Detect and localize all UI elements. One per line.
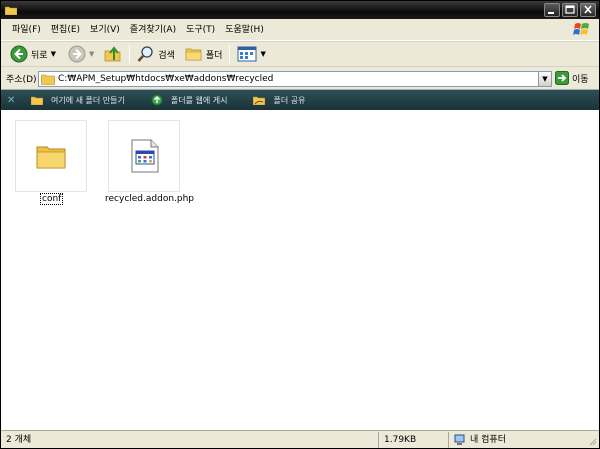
status-location: 내 컴퓨터 xyxy=(449,432,587,448)
standard-toolbar: 뒤로 ▼ ▼ 검색 폴더 ▼ xyxy=(1,41,599,67)
status-size: 1.79KB xyxy=(379,432,449,448)
share-folder-icon xyxy=(253,96,266,105)
address-label: 주소(D) xyxy=(6,75,37,85)
address-path: C:₩APM_Setup₩htdocs₩xe₩addons₩recycled xyxy=(58,74,274,84)
menu-help[interactable]: 도움말(H) xyxy=(220,21,269,39)
status-bar: 2 개체 1.79KB 내 컴퓨터 xyxy=(1,430,599,448)
resize-grip-icon[interactable] xyxy=(587,436,597,446)
folders-button[interactable]: 폴더 xyxy=(182,43,226,65)
toolbar-separator xyxy=(129,45,131,63)
file-list-area[interactable]: conf recycled.addon.php xyxy=(1,110,599,430)
search-label: 검색 xyxy=(158,50,175,61)
toolbar-separator xyxy=(229,45,231,63)
task-publish-web-label: 폴더를 웹에 게시 xyxy=(170,95,228,105)
menu-view[interactable]: 보기(V) xyxy=(85,21,125,39)
folder-icon xyxy=(41,74,55,85)
file-name: conf xyxy=(40,193,64,205)
windows-logo-icon xyxy=(573,23,589,35)
address-dropdown-button[interactable]: ▼ xyxy=(538,72,551,86)
maximize-icon xyxy=(565,5,575,14)
views-button[interactable]: ▼ xyxy=(234,43,268,65)
back-button[interactable]: 뒤로 ▼ xyxy=(7,43,59,65)
task-new-folder[interactable]: 여기에 새 폴더 만들기 xyxy=(31,95,125,106)
task-publish-web[interactable]: 폴더를 웹에 게시 xyxy=(151,94,228,106)
status-object-count: 2 개체 xyxy=(1,432,379,448)
folders-label: 폴더 xyxy=(205,50,223,61)
chevron-down-icon: ▼ xyxy=(542,75,548,83)
forward-button[interactable]: ▼ xyxy=(65,43,97,65)
my-computer-icon xyxy=(454,434,465,445)
close-tasks-icon[interactable]: ✕ xyxy=(7,95,19,106)
explorer-window: 파일(F) 편집(E) 보기(V) 즐겨찾기(A) 도구(T) 도움말(H) 뒤… xyxy=(0,0,600,449)
go-arrow-icon xyxy=(555,71,569,85)
menu-tools[interactable]: 도구(T) xyxy=(181,21,220,39)
thumbnail-frame xyxy=(15,120,87,192)
menu-file[interactable]: 파일(F) xyxy=(7,21,46,39)
back-label: 뒤로 xyxy=(31,50,48,61)
object-count-text: 2 개체 xyxy=(6,435,32,445)
menu-bar: 파일(F) 편집(E) 보기(V) 즐겨찾기(A) 도구(T) 도움말(H) xyxy=(1,19,599,41)
maximize-button[interactable] xyxy=(562,3,578,17)
search-button[interactable]: 검색 xyxy=(134,43,178,65)
back-dropdown-icon[interactable]: ▼ xyxy=(51,50,56,58)
forward-dropdown-icon[interactable]: ▼ xyxy=(89,50,94,58)
minimize-icon xyxy=(548,12,554,14)
new-folder-icon xyxy=(31,96,43,105)
go-button[interactable]: 이동 xyxy=(555,71,589,85)
title-bar[interactable] xyxy=(1,1,599,19)
folder-tasks-bar: ✕ 여기에 새 폴더 만들기 폴더를 웹에 게시 폴더 공유 xyxy=(1,90,599,110)
task-share-folder[interactable]: 폴더 공유 xyxy=(253,95,305,106)
go-label: 이동 xyxy=(572,74,589,85)
publish-web-icon xyxy=(151,94,163,106)
file-name: recycled.addon.php xyxy=(105,194,195,204)
menu-favorites[interactable]: 즐겨찾기(A) xyxy=(125,21,181,39)
back-arrow-icon xyxy=(10,45,28,63)
up-folder-button[interactable] xyxy=(101,43,125,65)
thumbnail-frame xyxy=(108,120,180,192)
up-folder-icon xyxy=(104,46,121,62)
close-icon xyxy=(584,5,592,14)
search-icon xyxy=(137,46,153,62)
views-icon xyxy=(237,46,257,62)
views-dropdown-icon[interactable]: ▼ xyxy=(260,50,265,58)
location-text: 내 컴퓨터 xyxy=(470,435,506,445)
close-button[interactable] xyxy=(580,3,596,17)
task-new-folder-label: 여기에 새 폴더 만들기 xyxy=(51,95,125,105)
forward-arrow-icon xyxy=(68,45,86,63)
address-input[interactable]: C:₩APM_Setup₩htdocs₩xe₩addons₩recycled ▼ xyxy=(38,71,552,87)
php-file-icon xyxy=(131,139,159,173)
menu-edit[interactable]: 편집(E) xyxy=(46,21,85,39)
folder-icon xyxy=(36,146,66,169)
address-bar: 주소(D) C:₩APM_Setup₩htdocs₩xe₩addons₩recy… xyxy=(1,68,599,90)
folder-icon xyxy=(5,6,17,15)
folders-icon xyxy=(185,48,202,61)
task-share-folder-label: 폴더 공유 xyxy=(273,95,306,105)
minimize-button[interactable] xyxy=(544,3,560,17)
size-text: 1.79KB xyxy=(384,435,417,445)
